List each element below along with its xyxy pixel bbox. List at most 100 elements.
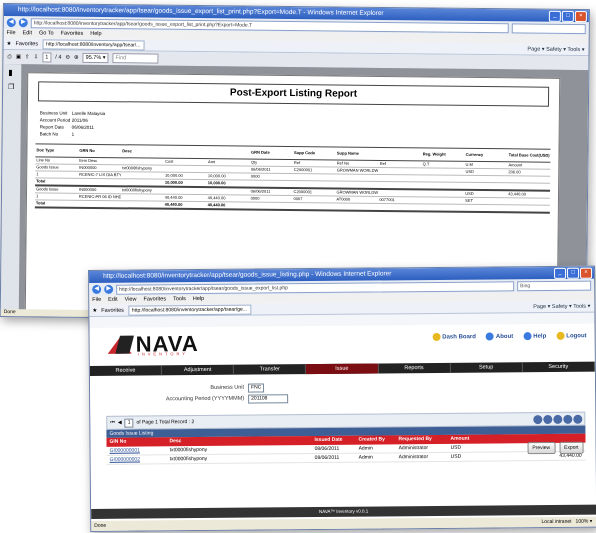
about-link[interactable]: About xyxy=(485,332,513,341)
report-cell: 0000 xyxy=(250,195,260,201)
minimize-button[interactable]: _ xyxy=(553,267,567,279)
search-icon[interactable] xyxy=(563,414,573,424)
main-nav: Receive Adjustment Transfer Issue Report… xyxy=(89,361,595,376)
logout-link[interactable]: Logout xyxy=(556,331,587,340)
pager-text: of Page 1 Total Record : 2 xyxy=(136,419,195,426)
report-cell xyxy=(379,168,422,174)
help-link[interactable]: Help xyxy=(523,332,547,341)
report-cell xyxy=(464,176,507,182)
search-input[interactable] xyxy=(511,22,586,34)
menu-help[interactable]: Help xyxy=(193,295,204,304)
report-cell: 10,000.00 xyxy=(207,173,226,179)
prev-page-icon[interactable]: ◀ xyxy=(118,420,122,426)
filter-form: Business Unit FNC Accounting Period (YYYY… xyxy=(160,382,289,405)
forward-icon[interactable]: ▶ xyxy=(18,18,28,28)
menu-goto[interactable]: Go To xyxy=(39,29,54,38)
minimize-button[interactable]: _ xyxy=(548,10,561,22)
listing-window-title: http://localhost:8080/inventorytracker/a… xyxy=(103,270,392,280)
accounting-period-input[interactable]: 201108 xyxy=(248,394,289,404)
gin-link[interactable]: GI000000002 xyxy=(107,455,170,464)
first-page-icon[interactable]: ⏮ xyxy=(110,420,115,426)
menu-edit[interactable]: Edit xyxy=(108,296,118,305)
col-requested-by[interactable]: Requested By xyxy=(398,435,450,444)
col-created-by[interactable]: Created By xyxy=(358,435,398,444)
status-zoom[interactable]: 100% ▾ xyxy=(575,517,596,527)
menu-file[interactable]: File xyxy=(92,296,101,305)
nav-transfer[interactable]: Transfer xyxy=(234,364,307,375)
meta-value: 06/06/2011 xyxy=(71,124,94,130)
report-cell xyxy=(378,204,421,210)
delete-icon[interactable] xyxy=(553,414,563,424)
col-issued-date[interactable]: Issued Date xyxy=(314,436,358,445)
pages-icon[interactable]: ❐ xyxy=(8,83,21,91)
report-cell: 10,000.00 xyxy=(164,172,183,178)
page-number-input[interactable]: 1 xyxy=(124,418,134,428)
report-window-title: http://localhost:8080/inventorytracker/a… xyxy=(17,6,384,17)
edit-icon[interactable] xyxy=(543,414,553,424)
preview-button[interactable]: Preview xyxy=(527,441,556,455)
report-cell xyxy=(78,179,121,185)
report-cell xyxy=(336,174,379,180)
report-cell: Ref xyxy=(379,160,386,167)
report-cell: Ref No xyxy=(336,160,350,166)
menu-edit[interactable]: Edit xyxy=(23,29,33,38)
find-input[interactable]: Find xyxy=(112,53,159,64)
meta-key: Batch No xyxy=(39,131,59,137)
next-page-icon[interactable]: ⇩ xyxy=(34,54,39,60)
report-cell: C2000001 xyxy=(293,167,313,173)
print-icon[interactable]: ⎙ xyxy=(7,54,11,61)
nav-reports[interactable]: Reports xyxy=(378,362,451,374)
add-icon[interactable] xyxy=(533,414,543,424)
favorites-button[interactable]: Favorites xyxy=(101,307,124,313)
close-button[interactable]: × xyxy=(579,267,593,279)
business-unit-select[interactable]: FNC xyxy=(247,383,265,393)
report-cell xyxy=(250,181,293,187)
help-label: Help xyxy=(533,333,547,340)
nav-receive[interactable]: Receive xyxy=(89,365,163,376)
business-unit-label: Business Unit xyxy=(210,384,245,391)
report-cell xyxy=(121,158,164,164)
back-icon[interactable]: ◀ xyxy=(92,284,102,294)
forward-icon[interactable]: ▶ xyxy=(104,284,114,294)
nav-setup[interactable]: Setup xyxy=(450,362,523,373)
export-button[interactable]: Export xyxy=(559,441,584,454)
menu-file[interactable]: File xyxy=(7,29,16,38)
zoom-in-icon[interactable]: ⊕ xyxy=(74,55,79,61)
report-cell: Qty xyxy=(250,159,258,165)
command-bar[interactable]: Page ▾ Safety ▾ Tools ▾ xyxy=(533,303,594,309)
menu-favorites[interactable]: Favorites xyxy=(143,295,166,304)
zoom-select[interactable]: 95.7% ▾ xyxy=(82,52,109,64)
prev-page-icon[interactable]: ⇧ xyxy=(25,54,30,60)
nav-adjustment[interactable]: Adjustment xyxy=(161,364,235,376)
dashboard-link[interactable]: Dash Board xyxy=(432,332,476,341)
menu-help[interactable]: Help xyxy=(90,30,101,39)
report-cell: AT0000 xyxy=(336,196,351,202)
report-cell: 1 xyxy=(35,193,39,199)
command-bar[interactable]: Page ▾ Safety ▾ Tools ▾ xyxy=(527,46,588,53)
search-input[interactable]: Bing xyxy=(517,280,592,291)
save-icon[interactable]: ▣ xyxy=(16,54,21,60)
row-requested-by: Administrator xyxy=(398,454,429,461)
refresh-icon[interactable] xyxy=(573,414,583,424)
maximize-button[interactable]: □ xyxy=(561,10,574,22)
maximize-button[interactable]: □ xyxy=(566,267,580,279)
favorites-button[interactable]: Favorites xyxy=(15,41,38,47)
browser-tab[interactable]: http://localhost:8080/inventory/app/tsea… xyxy=(42,38,145,50)
nav-issue[interactable]: Issue xyxy=(306,363,379,375)
zoom-out-icon[interactable]: ⊖ xyxy=(65,55,70,61)
report-cell: Total xyxy=(35,200,46,206)
menu-favorites[interactable]: Favorites xyxy=(61,30,84,39)
page-number-input[interactable]: 1 xyxy=(42,52,52,63)
browser-tab[interactable]: http://localhost:8080/inventorytracker/a… xyxy=(127,304,252,316)
help-icon xyxy=(523,332,532,341)
close-button[interactable]: × xyxy=(574,10,587,23)
menu-tools[interactable]: Tools xyxy=(173,295,186,304)
gin-link[interactable]: GI000000001 xyxy=(107,446,170,455)
nav-security[interactable]: Security xyxy=(522,361,595,373)
attachment-icon[interactable]: ▮ xyxy=(8,68,21,77)
report-cell xyxy=(293,181,336,187)
report-cell xyxy=(121,172,164,178)
menu-view[interactable]: View xyxy=(125,296,137,305)
back-icon[interactable]: ◀ xyxy=(6,18,16,28)
report-cell: Amount xyxy=(508,162,523,168)
